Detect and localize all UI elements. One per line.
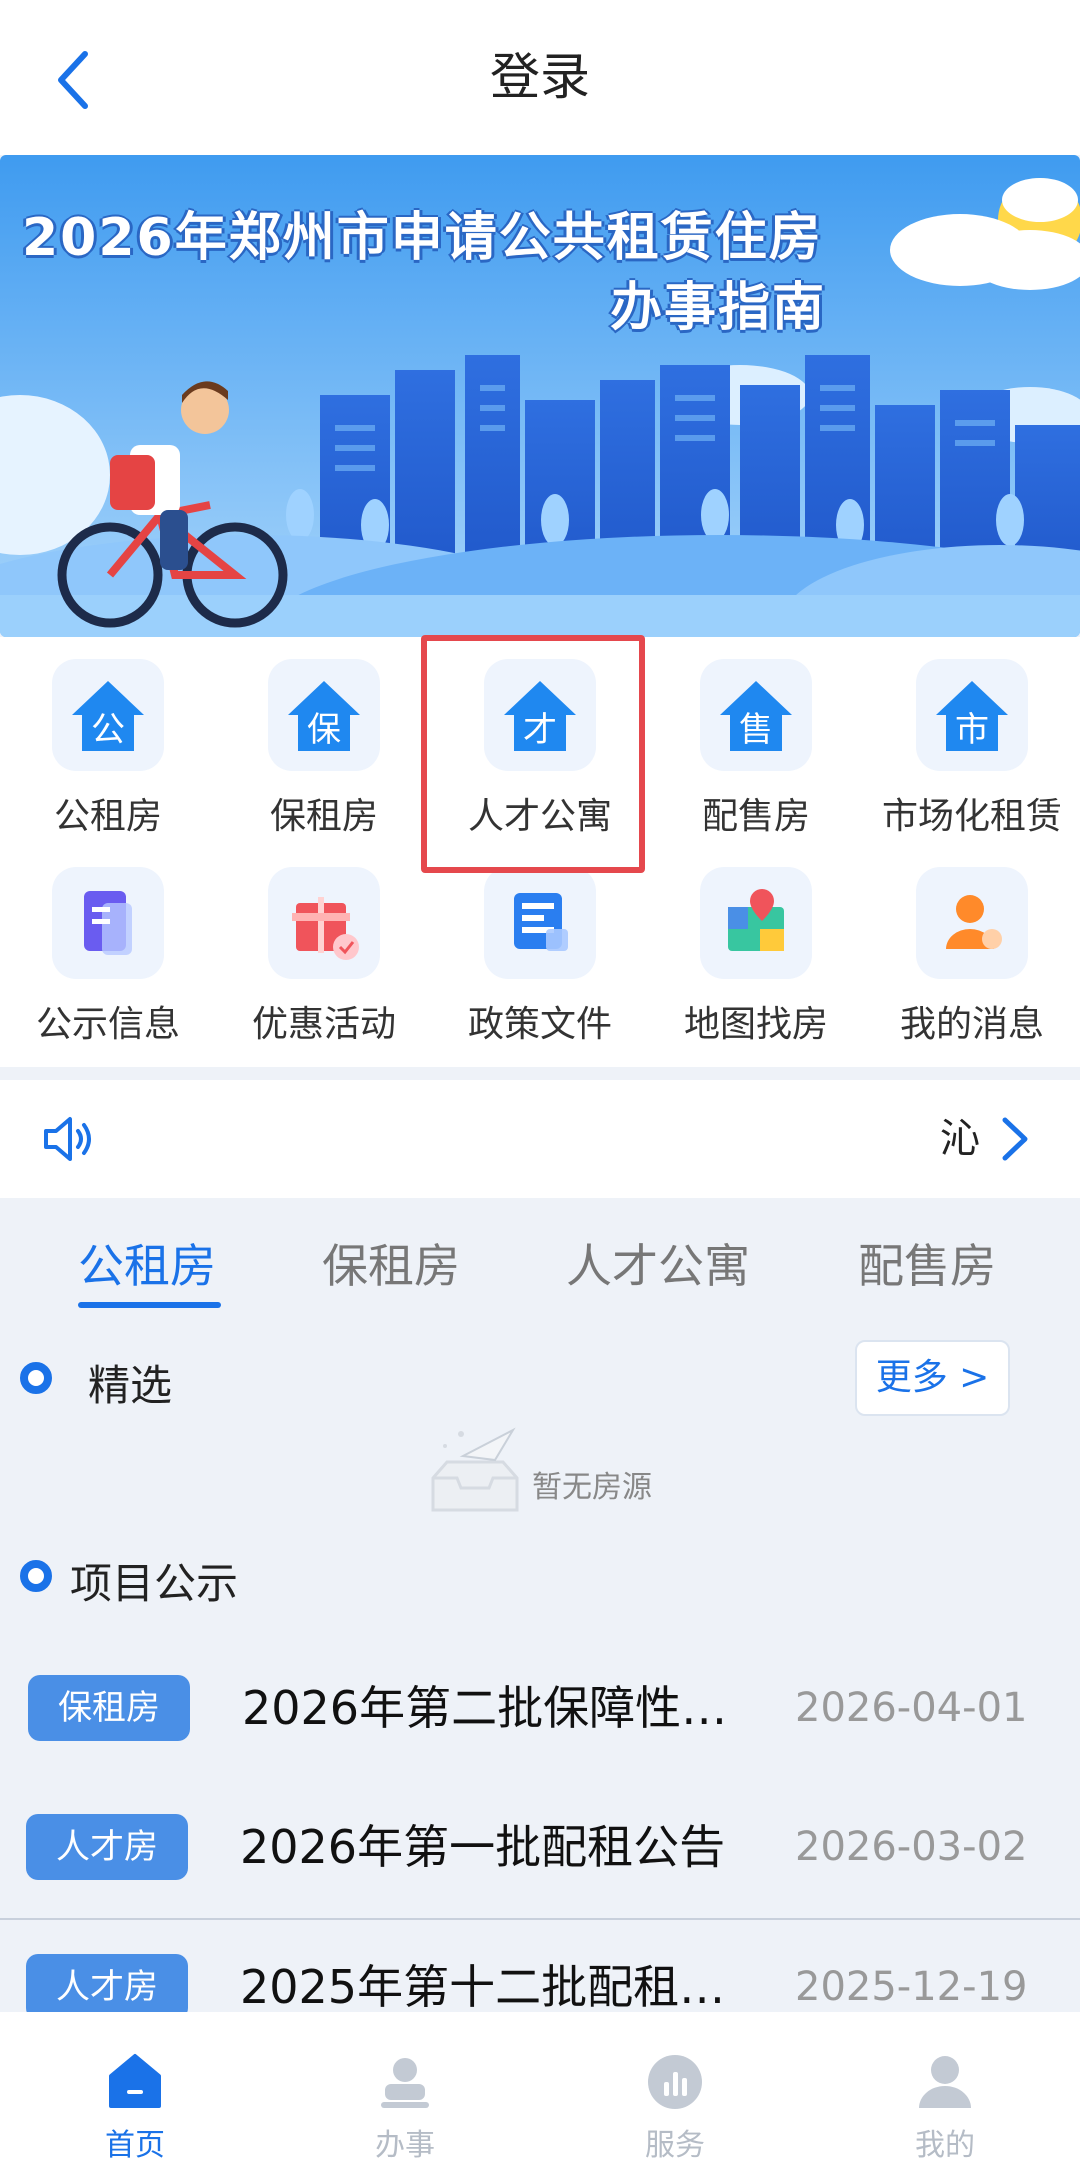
project-row[interactable]: 人才房 2026年第一批配租公告 2026-03-02 — [0, 1777, 1080, 1917]
house-gong-icon: 公 — [52, 659, 164, 771]
featured-title: 精选 — [88, 1361, 173, 1410]
user-message-icon — [916, 867, 1028, 979]
grid-item-youhui[interactable]: 优惠活动 — [216, 845, 432, 1055]
notice-bar[interactable]: 沁 — [0, 1080, 1080, 1198]
tab-underline — [78, 1302, 221, 1308]
section-dot-icon — [20, 1362, 52, 1394]
chevron-left-icon — [58, 51, 88, 109]
grid-item-ditu[interactable]: 地图找房 — [648, 845, 864, 1055]
speaker-icon — [44, 1117, 91, 1161]
tab-peishoufang[interactable]: 配售房 — [858, 1230, 996, 1296]
grid-label: 人才公寓 — [467, 796, 612, 837]
project-badge: 人才房 — [26, 1954, 188, 2020]
grid-item-gongzufang[interactable]: 公 公租房 — [0, 637, 216, 847]
grid-label: 配售房 — [701, 796, 810, 837]
back-button[interactable] — [45, 40, 105, 120]
quick-entry-grid: 公 公租房 保 保租房 才 人才公寓 售 配售房 市 市场化租赁 公示信息 优惠… — [0, 637, 1080, 1067]
project-title: 2026年第一批配租公告 — [240, 1820, 726, 1874]
nav-label: 我的 — [915, 2128, 975, 2163]
nav-label: 办事 — [375, 2128, 435, 2163]
tab-gongzufang[interactable]: 公租房 — [78, 1230, 216, 1296]
house-bao-icon: 保 — [268, 659, 380, 771]
banner[interactable]: 2026年郑州市申请公共租赁住房 办事指南 — [0, 155, 1080, 637]
grid-item-baozufang[interactable]: 保 保租房 — [216, 637, 432, 847]
grid-item-zhengce[interactable]: 政策文件 — [432, 845, 648, 1055]
nav-label: 服务 — [645, 2128, 705, 2163]
nav-home[interactable]: 首页 — [0, 2012, 270, 2169]
house-shi-icon: 市 — [916, 659, 1028, 771]
profile-icon — [919, 2056, 971, 2108]
svg-text:售: 售 — [739, 710, 773, 750]
chevron-right-icon — [1002, 1117, 1028, 1161]
project-date: 2026-03-02 — [795, 1824, 1028, 1870]
svg-text:保: 保 — [307, 710, 341, 750]
banner-title-line1: 2026年郑州市申请公共租赁住房 — [22, 208, 823, 268]
nav-fuwu[interactable]: 服务 — [540, 2012, 810, 2169]
grid-item-gongshi[interactable]: 公示信息 — [0, 845, 216, 1055]
project-title: 2026年第二批保障性… — [242, 1681, 728, 1735]
project-date: 2026-04-01 — [795, 1685, 1028, 1731]
grid-label: 地图找房 — [683, 1004, 828, 1045]
service-chart-icon — [648, 2055, 702, 2109]
page-title: 登录 — [490, 48, 590, 106]
grid-label: 保租房 — [269, 796, 378, 837]
nav-wode[interactable]: 我的 — [810, 2012, 1080, 2169]
tab-rencaigongyu[interactable]: 人才公寓 — [566, 1230, 750, 1296]
tab-baozufang[interactable]: 保租房 — [322, 1230, 460, 1296]
banner-title-line2: 办事指南 — [610, 278, 827, 338]
stamp-icon — [381, 2058, 429, 2108]
house-cai-icon: 才 — [484, 659, 596, 771]
bottom-nav: 首页 办事 服务 我的 — [0, 2012, 1080, 2169]
grid-item-xiaoxi[interactable]: 我的消息 — [864, 845, 1080, 1055]
grid-item-rencaigongyu[interactable]: 才 人才公寓 — [432, 637, 648, 847]
section-dot-icon — [20, 1560, 52, 1592]
document-icon — [52, 867, 164, 979]
home-icon — [109, 2054, 161, 2108]
grid-label: 公租房 — [53, 796, 162, 837]
svg-text:才: 才 — [523, 710, 557, 750]
policy-icon — [484, 867, 596, 979]
project-badge: 保租房 — [28, 1675, 190, 1741]
map-icon — [700, 867, 812, 979]
grid-label: 市场化租赁 — [881, 796, 1062, 837]
empty-text: 暂无房源 — [532, 1470, 652, 1505]
gift-icon — [268, 867, 380, 979]
grid-label: 政策文件 — [467, 1004, 612, 1045]
grid-item-peishoufang[interactable]: 售 配售房 — [648, 637, 864, 847]
grid-label: 我的消息 — [899, 1004, 1044, 1045]
grid-label: 公示信息 — [35, 1004, 180, 1045]
project-row[interactable]: 保租房 2026年第二批保障性… 2026-04-01 — [0, 1638, 1080, 1778]
nav-banshi[interactable]: 办事 — [270, 2012, 540, 2169]
grid-item-shichanghua[interactable]: 市 市场化租赁 — [864, 637, 1080, 847]
more-button[interactable]: 更多 > — [855, 1340, 1010, 1416]
nav-label: 首页 — [105, 2128, 165, 2163]
svg-text:市: 市 — [955, 710, 989, 750]
svg-text:公: 公 — [91, 710, 125, 750]
grid-label: 优惠活动 — [251, 1004, 396, 1045]
projects-title: 项目公示 — [70, 1559, 239, 1608]
notice-text: 沁 — [940, 1116, 980, 1162]
house-shou-icon: 售 — [700, 659, 812, 771]
empty-inbox-icon — [431, 1427, 519, 1512]
project-badge: 人才房 — [26, 1814, 188, 1880]
